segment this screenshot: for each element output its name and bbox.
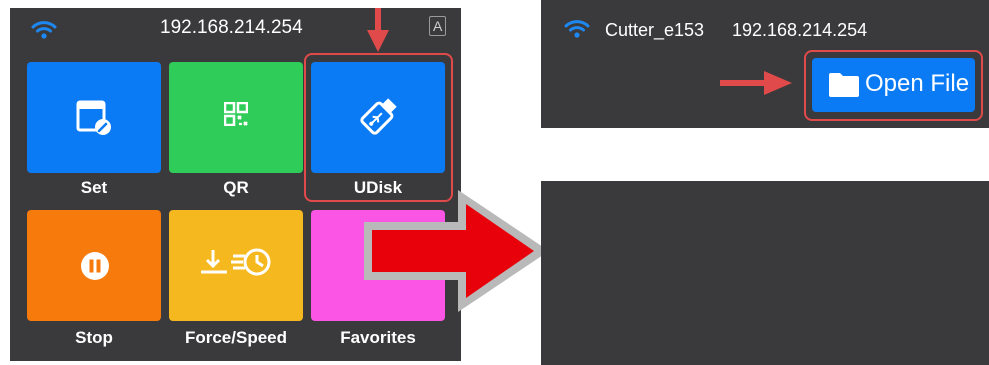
- udisk-screen: Cutter_e153 192.168.214.254 Open File: [541, 0, 989, 365]
- wifi-icon: [31, 21, 57, 39]
- device-name: Cutter_e153: [605, 20, 705, 40]
- udisk-highlight: [304, 53, 453, 202]
- force-speed-tile[interactable]: [169, 210, 303, 321]
- force-speed-icon: [201, 248, 271, 276]
- qr-code-icon: [224, 102, 248, 126]
- arrow-down-icon: [367, 8, 389, 52]
- pause-icon: [81, 252, 109, 280]
- settings-window-icon: [76, 100, 111, 135]
- open-file-highlight: [804, 50, 983, 121]
- big-arrow-right-icon: [364, 190, 549, 312]
- wifi-icon: [564, 20, 590, 38]
- ip-address: 192.168.214.254: [732, 20, 868, 40]
- set-label: Set: [80, 178, 108, 197]
- stop-tile[interactable]: [27, 210, 161, 321]
- force-speed-label: Force/Speed: [184, 328, 288, 347]
- set-tile[interactable]: [27, 62, 161, 173]
- qr-tile[interactable]: [169, 62, 303, 173]
- font-size-icon[interactable]: A: [429, 16, 447, 36]
- stop-label: Stop: [75, 328, 113, 347]
- arrow-right-icon: [720, 71, 792, 95]
- ip-address: 192.168.214.254: [160, 17, 303, 38]
- favorites-label: Favorites: [340, 328, 416, 347]
- file-list-area: [541, 128, 989, 181]
- qr-label: QR: [223, 178, 249, 197]
